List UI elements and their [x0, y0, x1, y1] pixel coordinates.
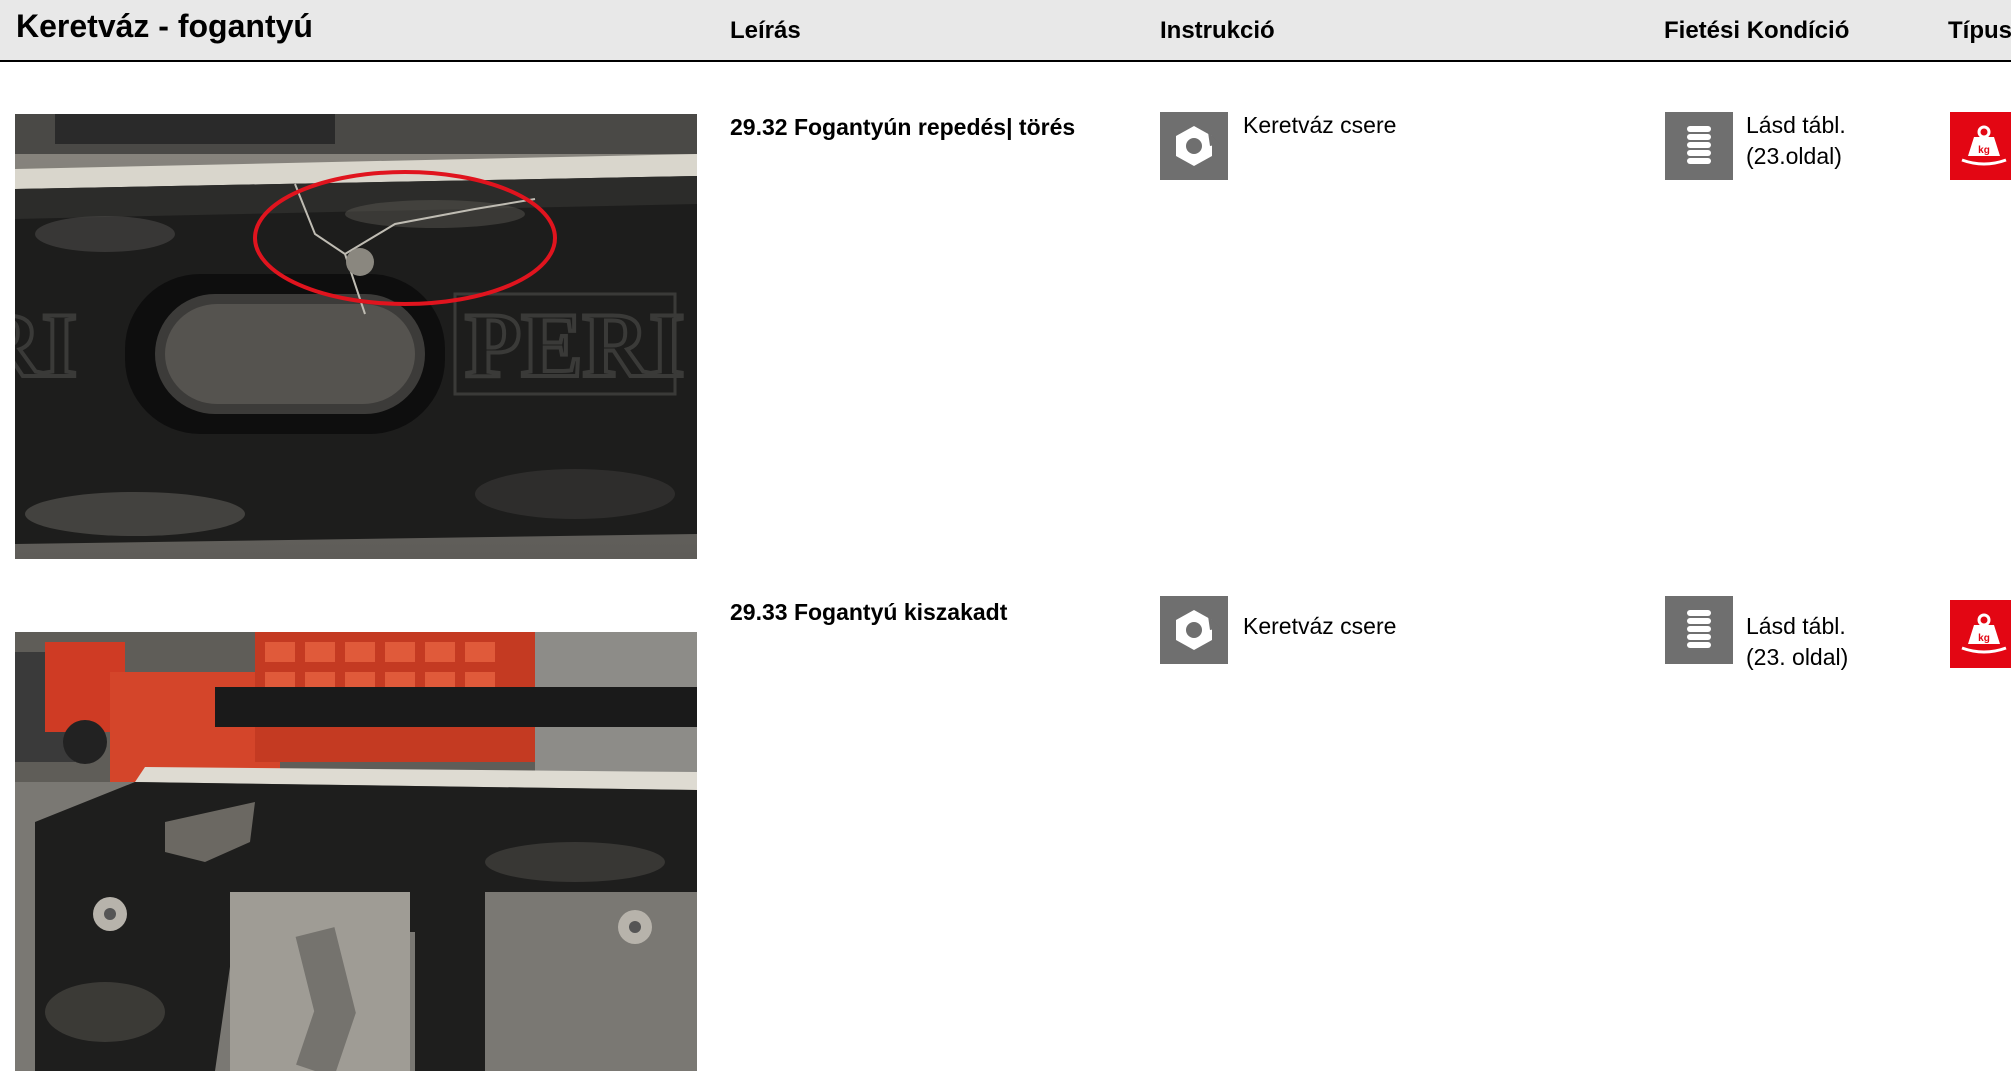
nut-replace-icon: [1160, 596, 1228, 664]
nut-replace-icon: [1160, 112, 1228, 180]
instruction-text: Keretváz csere: [1243, 112, 1397, 138]
column-header-instruction: Instrukció: [1160, 17, 1275, 44]
billing-line1: Lásd tábl.: [1746, 613, 1846, 639]
svg-text:RI: RI: [15, 294, 77, 396]
table-header: Keretváz - fogantyú Leírás Instrukció Fi…: [0, 0, 2011, 62]
column-header-description: Leírás: [730, 17, 801, 44]
weight-kg-icon: kg: [1950, 600, 2011, 668]
weight-kg-icon: kg: [1950, 112, 2011, 180]
billing-line1: Lásd tábl.: [1746, 112, 1846, 138]
coin-stack-icon: [1665, 596, 1733, 664]
coin-stack-icon: [1665, 112, 1733, 180]
page-title: Keretváz - fogantyú: [16, 8, 313, 44]
damage-photo-handle-torn: [15, 632, 697, 1071]
instruction-text: Keretváz csere: [1243, 613, 1397, 639]
svg-text:kg: kg: [1978, 633, 1990, 644]
row-description: 29.33 Fogantyú kiszakadt: [730, 599, 1008, 625]
billing-line2: (23.oldal): [1746, 143, 1842, 169]
peri-logo-left: PERI: [465, 294, 685, 396]
billing-line2: (23. oldal): [1746, 644, 1849, 670]
row-description: 29.32 Fogantyún repedés| törés: [730, 114, 1076, 140]
billing-text: Lásd tábl. (23. oldal): [1746, 611, 1848, 673]
damage-photo-handle-crack: PERI RI: [15, 114, 697, 559]
svg-text:kg: kg: [1978, 145, 1990, 156]
column-header-billing: Fietési Kondíció: [1664, 17, 1850, 44]
billing-text: Lásd tábl. (23.oldal): [1746, 110, 1846, 172]
column-header-type: Típus: [1948, 17, 2011, 44]
